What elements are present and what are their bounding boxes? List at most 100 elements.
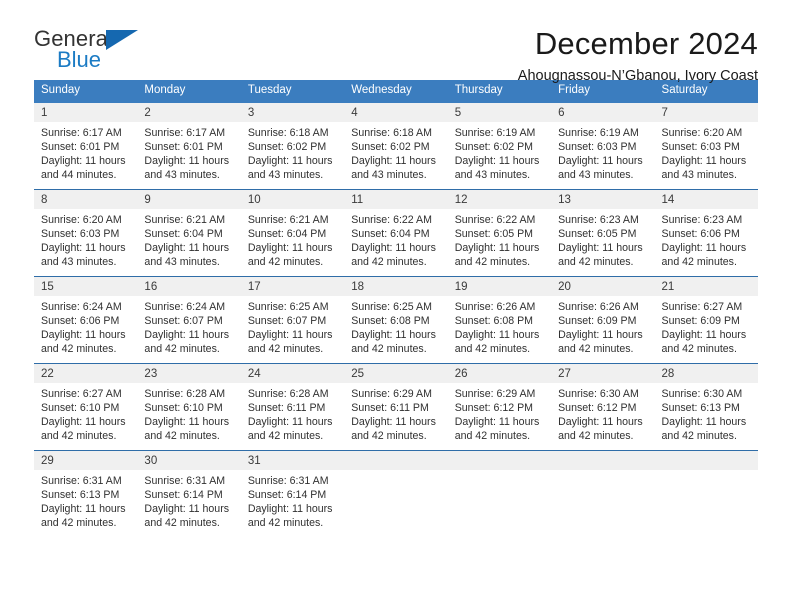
day-cell[interactable]: Sunrise: 6:18 AM Sunset: 6:02 PM Daylight:… [241,122,344,189]
day-detail-line: Daylight: 11 hours [558,416,643,429]
day-number[interactable]: 6 [551,103,654,122]
day-cell[interactable]: Sunrise: 6:29 AM Sunset: 6:11 PM Daylight:… [344,383,447,450]
day-cell[interactable]: Sunrise: 6:19 AM Sunset: 6:03 PM Daylight:… [551,122,654,189]
day-detail-line: Daylight: 11 hours [351,329,436,342]
day-number[interactable]: 2 [137,103,240,122]
day-cell[interactable]: Sunrise: 6:24 AM Sunset: 6:07 PM Daylight:… [137,296,240,363]
day-number[interactable]: 3 [241,103,344,122]
day-number[interactable]: 1 [34,103,137,122]
day-detail-line: and 42 minutes. [351,430,427,443]
day-detail-line: Sunset: 6:14 PM [144,489,223,501]
day-number[interactable]: 28 [655,364,758,383]
day-number[interactable]: 15 [34,277,137,296]
day-detail-line: Daylight: 11 hours [247,242,333,255]
day-number[interactable]: 13 [551,190,654,209]
day-cell[interactable]: Sunrise: 6:26 AM Sunset: 6:09 PM Daylight:… [551,296,654,363]
day-detail-line: Sunset: 6:09 PM [661,315,740,327]
day-cell[interactable]: Sunrise: 6:31 AM Sunset: 6:14 PM Daylight:… [137,470,240,537]
general-blue-logo[interactable]: General Blue [34,28,154,76]
day-cell[interactable]: Sunrise: 6:20 AM Sunset: 6:03 PM Daylight:… [655,122,758,189]
day-cell[interactable]: Sunrise: 6:21 AM Sunset: 6:04 PM Daylight:… [137,209,240,276]
day-cell[interactable]: Sunrise: 6:19 AM Sunset: 6:02 PM Daylight:… [448,122,551,189]
day-detail-line: and 43 minutes. [41,256,117,269]
day-cell[interactable]: Sunrise: 6:23 AM Sunset: 6:06 PM Daylight:… [655,209,758,276]
day-number[interactable]: 12 [448,190,551,209]
day-number[interactable]: 5 [448,103,551,122]
day-cell[interactable]: Sunrise: 6:24 AM Sunset: 6:06 PM Daylight:… [34,296,137,363]
day-number[interactable]: 14 [655,190,758,209]
day-detail-line: Sunrise: 6:17 AM [41,126,122,139]
day-cell[interactable]: Sunrise: 6:22 AM Sunset: 6:05 PM Daylight:… [448,209,551,276]
day-cell[interactable]: Sunrise: 6:25 AM Sunset: 6:07 PM Daylight:… [241,296,344,363]
calendar-week-row: 15 16 17 18 19 20 21 Sunrise: 6:24 AM Sunset: 6:… [34,275,758,363]
week-daynumber-band: 22 23 24 25 26 27 28 [34,363,758,383]
day-detail-line: and 43 minutes. [661,169,737,182]
day-number[interactable]: 26 [448,364,551,383]
day-number[interactable]: 19 [448,277,551,296]
day-detail-line: Sunset: 6:11 PM [247,402,326,414]
day-number[interactable]: 18 [344,277,447,296]
day-detail-line: Daylight: 11 hours [247,329,333,342]
day-number[interactable]: 24 [241,364,344,383]
day-cell[interactable]: Sunrise: 6:28 AM Sunset: 6:11 PM Daylight:… [241,383,344,450]
day-detail-line: Sunrise: 6:29 AM [454,387,536,400]
day-detail-line: Sunrise: 6:29 AM [351,387,432,400]
day-number[interactable]: 22 [34,364,137,383]
day-detail-line: Sunset: 6:14 PM [247,489,327,501]
day-detail-line: Sunset: 6:08 PM [351,315,430,327]
day-number[interactable]: 25 [344,364,447,383]
day-number[interactable]: 10 [241,190,344,209]
day-number[interactable]: 23 [137,364,240,383]
day-number[interactable]: 27 [551,364,654,383]
weekday-header-friday: Friday [558,84,591,96]
day-number[interactable]: 16 [137,277,240,296]
day-cell[interactable]: Sunrise: 6:18 AM Sunset: 6:02 PM Daylight:… [344,122,447,189]
day-number[interactable]: 7 [655,103,758,122]
day-detail-line: Sunrise: 6:26 AM [558,300,639,313]
day-number[interactable]: 29 [34,451,137,470]
day-detail-line: Sunset: 6:13 PM [41,489,120,501]
day-detail-line: and 43 minutes. [247,169,324,182]
day-cell[interactable]: Sunrise: 6:17 AM Sunset: 6:01 PM Daylight:… [137,122,240,189]
day-detail-line: and 42 minutes. [454,430,531,443]
day-cell[interactable]: Sunrise: 6:25 AM Sunset: 6:08 PM Daylight:… [344,296,447,363]
week-detail-band: Sunrise: 6:17 AM Sunset: 6:01 PM Daylight:… [34,121,758,189]
day-number[interactable]: 4 [344,103,447,122]
day-detail-line: and 42 minutes. [247,256,324,269]
day-number[interactable]: 20 [551,277,654,296]
calendar-week-row: 1 2 3 4 5 6 7 Sunrise: 6:17 AM Sunset: 6:01 PM Da… [34,102,758,189]
logo-text-blue: Blue [57,47,102,72]
day-detail-line: Daylight: 11 hours [454,329,540,342]
day-detail-line: Sunset: 6:12 PM [454,402,534,414]
week-detail-band: Sunrise: 6:27 AM Sunset: 6:10 PM Daylight:… [34,382,758,450]
day-number[interactable]: 30 [137,451,240,470]
day-cell[interactable]: Sunrise: 6:27 AM Sunset: 6:09 PM Daylight:… [655,296,758,363]
day-number[interactable]: 9 [137,190,240,209]
day-cell[interactable]: Sunrise: 6:23 AM Sunset: 6:05 PM Daylight:… [551,209,654,276]
day-cell[interactable]: Sunrise: 6:31 AM Sunset: 6:13 PM Daylight:… [34,470,137,537]
day-cell-empty [551,470,654,537]
page-header: General Blue December 2024 Ahougnassou-N… [34,0,758,83]
day-detail-line: Sunrise: 6:30 AM [558,387,639,400]
day-cell[interactable]: Sunrise: 6:21 AM Sunset: 6:04 PM Daylight:… [241,209,344,276]
day-cell[interactable]: Sunrise: 6:26 AM Sunset: 6:08 PM Daylight:… [448,296,551,363]
day-cell[interactable]: Sunrise: 6:31 AM Sunset: 6:14 PM Daylight:… [241,470,344,537]
day-number[interactable]: 21 [655,277,758,296]
day-cell[interactable]: Sunrise: 6:20 AM Sunset: 6:03 PM Daylight:… [34,209,137,276]
day-cell[interactable]: Sunrise: 6:27 AM Sunset: 6:10 PM Daylight:… [34,383,137,450]
day-number[interactable]: 17 [241,277,344,296]
day-cell[interactable]: Sunrise: 6:28 AM Sunset: 6:10 PM Daylight:… [137,383,240,450]
day-cell[interactable]: Sunrise: 6:17 AM Sunset: 6:01 PM Daylight:… [34,122,137,189]
day-cell-empty [655,470,758,537]
day-number[interactable]: 31 [241,451,344,470]
day-cell[interactable]: Sunrise: 6:30 AM Sunset: 6:13 PM Daylight:… [655,383,758,450]
day-detail-line: Daylight: 11 hours [454,416,540,429]
day-cell[interactable]: Sunrise: 6:22 AM Sunset: 6:04 PM Daylight:… [344,209,447,276]
day-detail-line: Daylight: 11 hours [558,329,643,342]
calendar-week-row: 22 23 24 25 26 27 28 Sunrise: 6:27 AM Sunset: 6:… [34,362,758,450]
day-detail-line: Sunset: 6:13 PM [661,402,740,414]
day-number[interactable]: 8 [34,190,137,209]
day-cell[interactable]: Sunrise: 6:30 AM Sunset: 6:12 PM Daylight:… [551,383,654,450]
day-number[interactable]: 11 [344,190,447,209]
day-cell[interactable]: Sunrise: 6:29 AM Sunset: 6:12 PM Daylight:… [448,383,551,450]
